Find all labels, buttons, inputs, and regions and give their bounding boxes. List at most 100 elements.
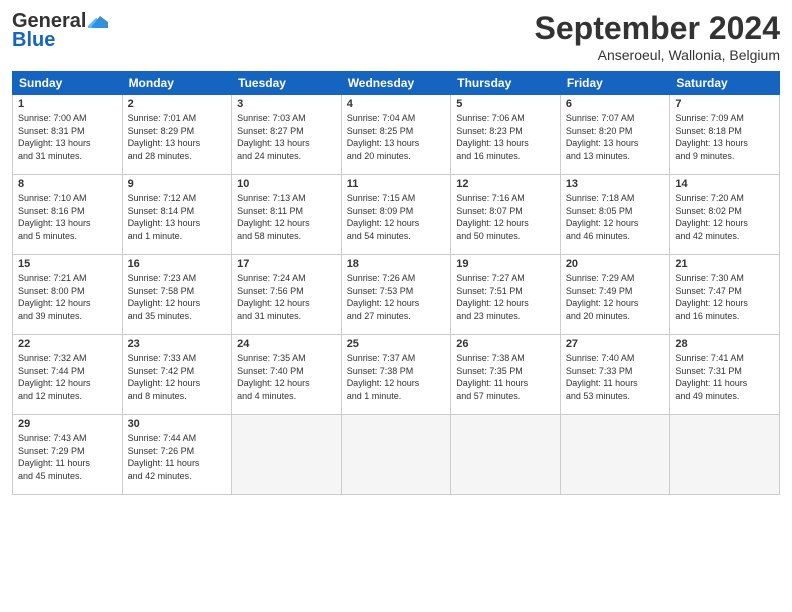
col-thursday: Thursday xyxy=(451,72,561,95)
day-info: Sunrise: 7:13 AM Sunset: 8:11 PM Dayligh… xyxy=(237,192,336,242)
day-info: Sunrise: 7:26 AM Sunset: 7:53 PM Dayligh… xyxy=(347,272,446,322)
day-number: 4 xyxy=(347,98,446,110)
calendar-day-cell: 26Sunrise: 7:38 AM Sunset: 7:35 PM Dayli… xyxy=(451,335,561,415)
calendar-day-cell: 30 Sunrise: 7:44 AM Sunset: 7:26 PM Dayli… xyxy=(122,415,232,495)
day-number: 11 xyxy=(347,178,446,190)
day-number: 9 xyxy=(128,178,227,190)
calendar-day-cell: 1Sunrise: 7:00 AM Sunset: 8:31 PM Daylig… xyxy=(13,95,123,175)
col-monday: Monday xyxy=(122,72,232,95)
day-info: Sunrise: 7:23 AM Sunset: 7:58 PM Dayligh… xyxy=(128,272,227,322)
day-number: 29 xyxy=(18,418,117,430)
calendar-week-row: 22 Sunrise: 7:32 AM Sunset: 7:44 PM Dayli… xyxy=(13,335,780,415)
day-info: Sunrise: 7:15 AM Sunset: 8:09 PM Dayligh… xyxy=(347,192,446,242)
day-info: Sunrise: 7:43 AM Sunset: 7:29 PM Dayligh… xyxy=(18,432,117,482)
calendar-day-cell: 29 Sunrise: 7:43 AM Sunset: 7:29 PM Dayli… xyxy=(13,415,123,495)
day-number: 7 xyxy=(675,98,774,110)
calendar-header-row: Sunday Monday Tuesday Wednesday Thursday… xyxy=(13,72,780,95)
calendar-day-cell: 15Sunrise: 7:21 AM Sunset: 8:00 PM Dayli… xyxy=(13,255,123,335)
calendar-day-cell: 28 Sunrise: 7:41 AM Sunset: 7:31 PM Dayli… xyxy=(670,335,780,415)
calendar-day-cell: 8 Sunrise: 7:10 AM Sunset: 8:16 PM Daylig… xyxy=(13,175,123,255)
col-saturday: Saturday xyxy=(670,72,780,95)
header: General Blue September 2024 Anseroeul, W… xyxy=(12,10,780,63)
day-number: 3 xyxy=(237,98,336,110)
col-sunday: Sunday xyxy=(13,72,123,95)
col-wednesday: Wednesday xyxy=(341,72,451,95)
day-info: Sunrise: 7:03 AM Sunset: 8:27 PM Dayligh… xyxy=(237,112,336,162)
day-info: Sunrise: 7:41 AM Sunset: 7:31 PM Dayligh… xyxy=(675,352,774,402)
day-info: Sunrise: 7:18 AM Sunset: 8:05 PM Dayligh… xyxy=(566,192,665,242)
calendar-day-cell: 22 Sunrise: 7:32 AM Sunset: 7:44 PM Dayli… xyxy=(13,335,123,415)
day-info: Sunrise: 7:35 AM Sunset: 7:40 PM Dayligh… xyxy=(237,352,336,402)
day-info: Sunrise: 7:27 AM Sunset: 7:51 PM Dayligh… xyxy=(456,272,555,322)
col-tuesday: Tuesday xyxy=(232,72,342,95)
day-number: 23 xyxy=(128,338,227,350)
day-number: 27 xyxy=(566,338,665,350)
day-number: 10 xyxy=(237,178,336,190)
page: General Blue September 2024 Anseroeul, W… xyxy=(0,0,792,612)
day-info: Sunrise: 7:06 AM Sunset: 8:23 PM Dayligh… xyxy=(456,112,555,162)
day-number: 25 xyxy=(347,338,446,350)
day-info: Sunrise: 7:37 AM Sunset: 7:38 PM Dayligh… xyxy=(347,352,446,402)
calendar-day-cell: 17Sunrise: 7:24 AM Sunset: 7:56 PM Dayli… xyxy=(232,255,342,335)
calendar-day-cell xyxy=(341,415,451,495)
day-number: 24 xyxy=(237,338,336,350)
day-number: 2 xyxy=(128,98,227,110)
logo-blue: Blue xyxy=(12,29,55,52)
logo: General Blue xyxy=(12,10,110,52)
logo-icon xyxy=(88,14,110,30)
day-info: Sunrise: 7:04 AM Sunset: 8:25 PM Dayligh… xyxy=(347,112,446,162)
calendar-day-cell xyxy=(560,415,670,495)
day-number: 20 xyxy=(566,258,665,270)
calendar-table: Sunday Monday Tuesday Wednesday Thursday… xyxy=(12,71,780,495)
calendar-day-cell: 13Sunrise: 7:18 AM Sunset: 8:05 PM Dayli… xyxy=(560,175,670,255)
day-number: 18 xyxy=(347,258,446,270)
day-number: 15 xyxy=(18,258,117,270)
day-info: Sunrise: 7:20 AM Sunset: 8:02 PM Dayligh… xyxy=(675,192,774,242)
day-info: Sunrise: 7:32 AM Sunset: 7:44 PM Dayligh… xyxy=(18,352,117,402)
day-info: Sunrise: 7:09 AM Sunset: 8:18 PM Dayligh… xyxy=(675,112,774,162)
calendar-day-cell: 11 Sunrise: 7:15 AM Sunset: 8:09 PM Dayli… xyxy=(341,175,451,255)
calendar-week-row: 1Sunrise: 7:00 AM Sunset: 8:31 PM Daylig… xyxy=(13,95,780,175)
day-number: 26 xyxy=(456,338,555,350)
day-info: Sunrise: 7:07 AM Sunset: 8:20 PM Dayligh… xyxy=(566,112,665,162)
calendar-day-cell: 6 Sunrise: 7:07 AM Sunset: 8:20 PM Daylig… xyxy=(560,95,670,175)
calendar-day-cell: 24 Sunrise: 7:35 AM Sunset: 7:40 PM Dayli… xyxy=(232,335,342,415)
calendar-week-row: 8 Sunrise: 7:10 AM Sunset: 8:16 PM Daylig… xyxy=(13,175,780,255)
col-friday: Friday xyxy=(560,72,670,95)
day-info: Sunrise: 7:30 AM Sunset: 7:47 PM Dayligh… xyxy=(675,272,774,322)
calendar-day-cell xyxy=(670,415,780,495)
calendar-day-cell: 21 Sunrise: 7:30 AM Sunset: 7:47 PM Dayli… xyxy=(670,255,780,335)
calendar-day-cell: 12 Sunrise: 7:16 AM Sunset: 8:07 PM Dayli… xyxy=(451,175,561,255)
day-number: 5 xyxy=(456,98,555,110)
title-block: September 2024 Anseroeul, Wallonia, Belg… xyxy=(535,10,780,63)
calendar-day-cell: 25 Sunrise: 7:37 AM Sunset: 7:38 PM Dayli… xyxy=(341,335,451,415)
day-number: 8 xyxy=(18,178,117,190)
day-number: 1 xyxy=(18,98,117,110)
calendar-day-cell: 2Sunrise: 7:01 AM Sunset: 8:29 PM Daylig… xyxy=(122,95,232,175)
day-info: Sunrise: 7:40 AM Sunset: 7:33 PM Dayligh… xyxy=(566,352,665,402)
day-number: 16 xyxy=(128,258,227,270)
calendar-day-cell: 7 Sunrise: 7:09 AM Sunset: 8:18 PM Daylig… xyxy=(670,95,780,175)
day-number: 22 xyxy=(18,338,117,350)
day-info: Sunrise: 7:44 AM Sunset: 7:26 PM Dayligh… xyxy=(128,432,227,482)
day-info: Sunrise: 7:12 AM Sunset: 8:14 PM Dayligh… xyxy=(128,192,227,242)
day-info: Sunrise: 7:10 AM Sunset: 8:16 PM Dayligh… xyxy=(18,192,117,242)
day-number: 6 xyxy=(566,98,665,110)
calendar-week-row: 29 Sunrise: 7:43 AM Sunset: 7:29 PM Dayli… xyxy=(13,415,780,495)
subtitle: Anseroeul, Wallonia, Belgium xyxy=(535,47,780,63)
day-number: 30 xyxy=(128,418,227,430)
calendar-day-cell: 9 Sunrise: 7:12 AM Sunset: 8:14 PM Daylig… xyxy=(122,175,232,255)
calendar-week-row: 15Sunrise: 7:21 AM Sunset: 8:00 PM Dayli… xyxy=(13,255,780,335)
calendar-day-cell: 16 Sunrise: 7:23 AM Sunset: 7:58 PM Dayli… xyxy=(122,255,232,335)
calendar-day-cell xyxy=(232,415,342,495)
day-number: 12 xyxy=(456,178,555,190)
calendar-day-cell: 4 Sunrise: 7:04 AM Sunset: 8:25 PM Daylig… xyxy=(341,95,451,175)
day-number: 14 xyxy=(675,178,774,190)
month-title: September 2024 xyxy=(535,10,780,47)
day-number: 21 xyxy=(675,258,774,270)
calendar-day-cell: 19 Sunrise: 7:27 AM Sunset: 7:51 PM Dayli… xyxy=(451,255,561,335)
day-number: 19 xyxy=(456,258,555,270)
day-number: 28 xyxy=(675,338,774,350)
day-info: Sunrise: 7:16 AM Sunset: 8:07 PM Dayligh… xyxy=(456,192,555,242)
calendar-day-cell: 27 Sunrise: 7:40 AM Sunset: 7:33 PM Dayli… xyxy=(560,335,670,415)
